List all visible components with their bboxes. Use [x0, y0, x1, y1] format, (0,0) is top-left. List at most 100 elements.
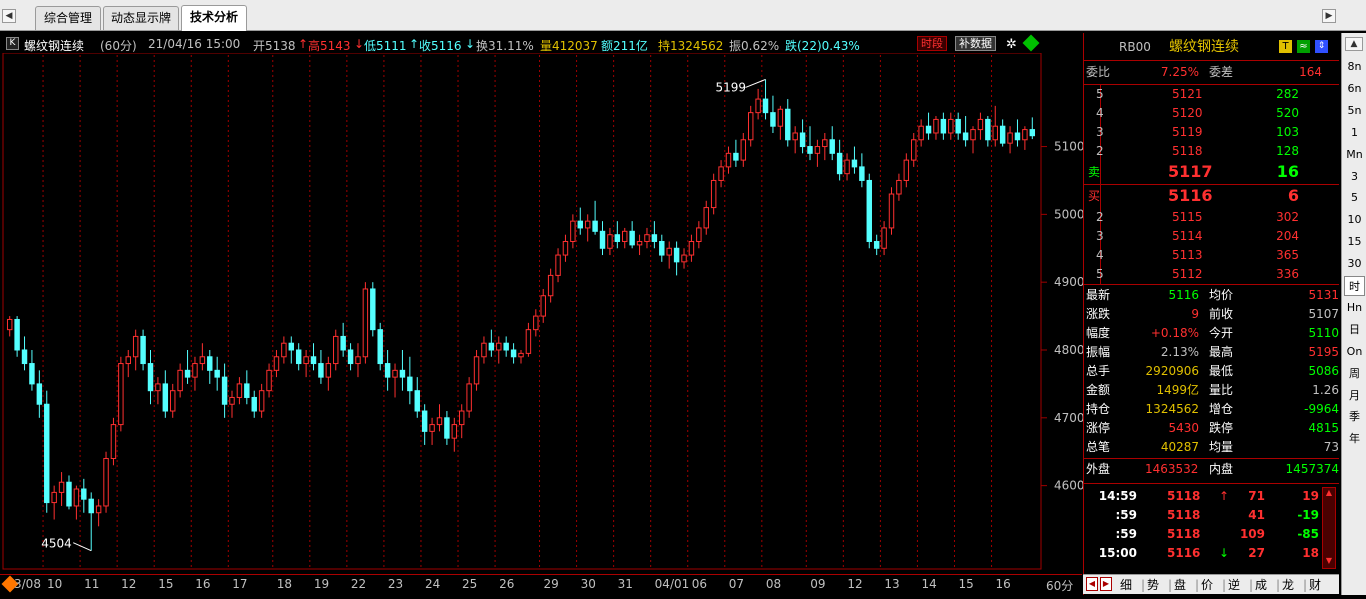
chevron-right-icon[interactable]: ▶ [1100, 577, 1112, 591]
stat-label: 幅度 [1086, 326, 1111, 340]
y-axis-ticks: 4600 4700 4800 4900 5000 5100 [1041, 140, 1083, 493]
candle-down [414, 390, 420, 412]
stat-value: 2920906 [1145, 364, 1199, 378]
bid-row[interactable]: 2 5115 302 [1083, 208, 1339, 227]
detail-tab[interactable]: 细 [1120, 576, 1132, 594]
candle-down [147, 363, 154, 392]
candle-up [429, 424, 435, 432]
open-value: 开5138 [253, 39, 296, 53]
y-tick-label: 5100 [1054, 140, 1083, 154]
period-item[interactable]: 5 [1344, 188, 1365, 208]
period-item[interactable]: 季 [1344, 407, 1365, 427]
quote-panel: RB00 螺纹钢连续 T ≈ ⇕ 委比 7.25% 委差 164 5 5121 … [1083, 33, 1339, 595]
tick-price: 5116 [1167, 546, 1201, 560]
candle-up [710, 179, 717, 209]
tab-scroll-right-icon[interactable]: ▶ [1322, 9, 1336, 23]
period-item[interactable]: 日 [1344, 320, 1365, 340]
ask-level: 5 [1096, 87, 1104, 101]
chart-header: K 螺纹钢连续 (60分) 21/04/16 15:00 开5138 ↑ 高51… [0, 34, 1082, 53]
stat-value: 5116 [1168, 288, 1199, 302]
ask-row[interactable]: 3 5119 103 [1083, 123, 1339, 142]
period-item[interactable]: 1 [1344, 123, 1365, 143]
date-grid [42, 55, 993, 567]
candle-down [288, 342, 295, 351]
period-item[interactable]: 年 [1344, 429, 1365, 449]
period-weight-button[interactable]: 时段 [917, 36, 947, 51]
tab-overview[interactable]: 综合管理 [35, 6, 101, 30]
candle-up [903, 159, 910, 181]
y-tick-label: 4800 [1054, 343, 1083, 357]
detail-tab[interactable]: 龙 [1282, 576, 1294, 594]
y-tick-label: 4900 [1054, 275, 1083, 289]
date-label: 19 [313, 577, 330, 591]
period-item[interactable]: On [1344, 342, 1365, 362]
link-icon[interactable]: ≈ [1297, 40, 1310, 53]
candle-up [896, 179, 902, 195]
candle-up [688, 240, 695, 256]
tab-separator: | [1249, 578, 1254, 592]
bid-row[interactable]: 4 5113 365 [1083, 246, 1339, 265]
diamond-icon[interactable] [1022, 34, 1040, 52]
period-item[interactable]: 10 [1344, 210, 1365, 230]
fill-data-button[interactable]: 补数据 [955, 36, 996, 51]
gear-icon[interactable]: ✲ [1006, 37, 1017, 52]
ask-row[interactable]: 4 5120 520 [1083, 104, 1339, 123]
detail-tab[interactable]: 财 [1309, 576, 1321, 594]
period-label[interactable]: 60分 [1046, 577, 1073, 594]
period-item[interactable]: Hn [1344, 298, 1365, 318]
date-label: 14 [921, 577, 937, 591]
candle-down [940, 118, 947, 134]
candle-down [184, 369, 191, 378]
detail-tab[interactable]: 盘 [1174, 576, 1186, 594]
period-item[interactable]: 8n [1344, 57, 1365, 77]
detail-tab[interactable]: 成 [1255, 576, 1267, 594]
detail-tab[interactable]: 势 [1147, 576, 1159, 594]
sort-icon[interactable]: ⇕ [1315, 40, 1328, 53]
buy1-row[interactable]: 买 5116 6 [1083, 185, 1339, 207]
bid-price: 5115 [1172, 210, 1203, 224]
period-item[interactable]: 5n [1344, 101, 1365, 121]
detail-tab[interactable]: 逆 [1228, 576, 1240, 594]
candle-up [333, 335, 339, 365]
bid-row[interactable]: 3 5114 204 [1083, 227, 1339, 246]
candle-up [496, 342, 502, 351]
ask-row[interactable]: 2 5118 128 [1083, 142, 1339, 161]
chevron-up-icon[interactable]: ▲ [1323, 488, 1335, 500]
detail-tab[interactable]: 价 [1201, 576, 1213, 594]
candle-down [66, 481, 72, 507]
candlestick-chart[interactable]: 4600 4700 4800 4900 5000 5100 5199 4504 [0, 53, 1083, 574]
chevron-down-icon[interactable]: ▼ [1323, 556, 1335, 568]
period-item[interactable]: Mn [1344, 145, 1365, 165]
period-item[interactable]: 30 [1344, 254, 1365, 274]
sell1-row[interactable]: 卖 5117 16 [1083, 161, 1339, 183]
annotations: 5199 4504 [41, 78, 766, 552]
tick-time: :59 [1115, 508, 1138, 522]
stat-label: 涨停 [1086, 421, 1111, 435]
candle-up [192, 363, 198, 378]
ask-row[interactable]: 5 5121 282 [1083, 85, 1339, 104]
tab-dynamic-board[interactable]: 动态显示牌 [103, 6, 179, 30]
diff-value: 164 [1299, 65, 1322, 79]
chevron-left-icon[interactable]: ◀ [1086, 577, 1098, 591]
stats-table: 最新 5116 均价 5131 涨跌 9 前收 5107 幅度 +0.18% 今开 5110 振幅 2.1… [1083, 286, 1339, 458]
stat-value: 5195 [1308, 345, 1339, 359]
candle-up [303, 356, 309, 365]
tick-scrollbar[interactable]: ▲ ▼ [1322, 487, 1336, 569]
t-icon[interactable]: T [1279, 40, 1292, 53]
period-item[interactable]: 时 [1344, 276, 1365, 296]
tab-technical-analysis[interactable]: 技术分析 [181, 5, 247, 31]
candle-up [177, 369, 183, 392]
k-line-icon[interactable]: K [6, 37, 19, 50]
candle-down [251, 396, 257, 412]
stat-value: +0.18% [1150, 326, 1199, 340]
tab-scroll-left-icon[interactable]: ◀ [2, 9, 16, 23]
bid-row[interactable]: 5 5112 336 [1083, 265, 1339, 284]
period-item[interactable]: 周 [1344, 364, 1365, 384]
quote-title: RB00 螺纹钢连续 T ≈ ⇕ [1083, 36, 1339, 58]
tab-separator: | [1222, 578, 1227, 592]
period-item[interactable]: 6n [1344, 79, 1365, 99]
period-item[interactable]: 15 [1344, 232, 1365, 252]
candle-up [696, 227, 702, 242]
period-item[interactable]: 3 [1344, 167, 1365, 187]
period-item[interactable]: 月 [1344, 386, 1365, 406]
